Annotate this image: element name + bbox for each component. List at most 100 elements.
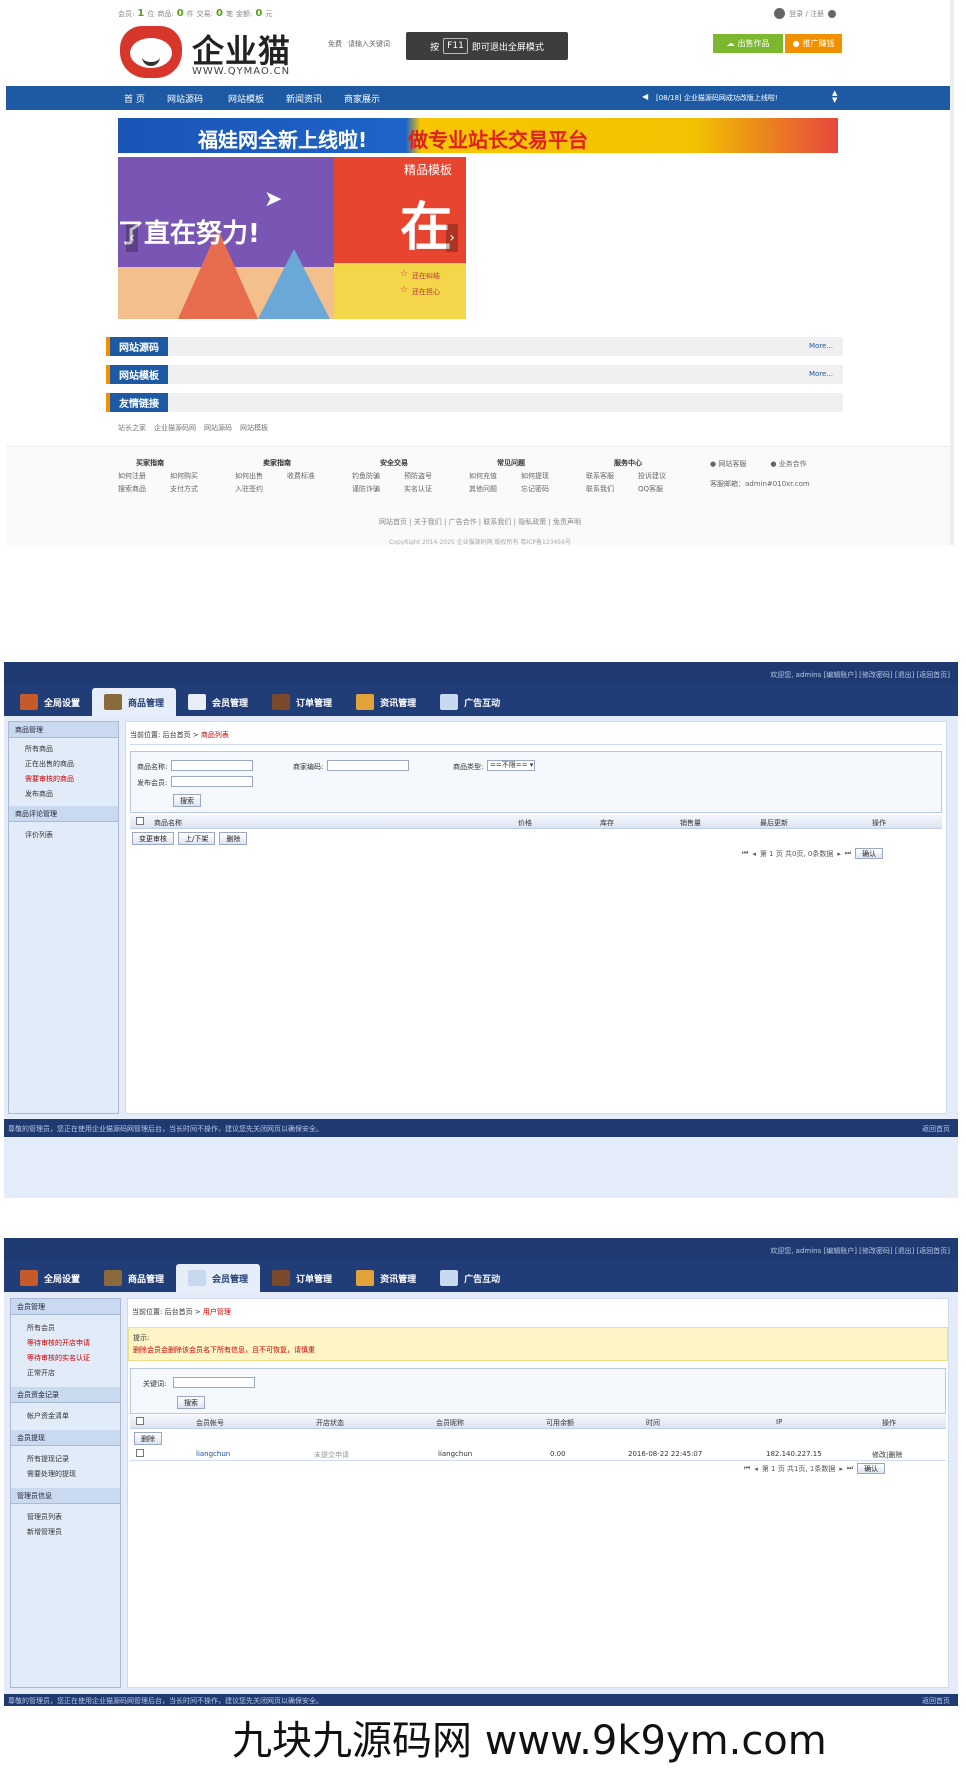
footer-link[interactable]: 预防盗号 <box>404 470 456 483</box>
go-button[interactable]: 确认 <box>855 848 884 859</box>
sidebar-item-all-goods[interactable]: 所有商品 <box>9 742 118 757</box>
row-checkbox[interactable] <box>136 1449 144 1457</box>
sidebar-group-goods[interactable]: 商品管理 <box>9 722 118 738</box>
footer-link[interactable]: QQ客服 <box>638 483 690 496</box>
status-home-link[interactable]: 返回首页 <box>922 1124 950 1134</box>
sidebar-item-pending[interactable]: 需要审核的商品 <box>9 772 118 787</box>
select-all-checkbox[interactable] <box>136 817 144 825</box>
tab-global[interactable]: 全局设置 <box>8 1264 92 1292</box>
sidebar-item-withdraw-records[interactable]: 所有提现记录 <box>11 1452 120 1467</box>
footer-link[interactable]: 如何提现 <box>521 470 573 483</box>
sidebar-item-on-sale[interactable]: 正在出售的商品 <box>9 757 118 772</box>
search-button[interactable]: 搜索 <box>173 794 201 807</box>
search-input[interactable]: 请输入关键词 <box>348 39 390 49</box>
code-input[interactable] <box>327 760 409 771</box>
friend-link[interactable]: 企业猫源码网 <box>154 423 196 433</box>
tab-members[interactable]: 会员管理 <box>176 688 260 716</box>
delete-button[interactable]: 删除 <box>134 1432 162 1445</box>
promo-banner[interactable]: 福娃网全新上线啦! 做专业站长交易平台 <box>118 118 838 153</box>
notice-scroll-icon[interactable]: ▲ ▼ <box>832 90 837 104</box>
sidebar-group-members[interactable]: 会员管理 <box>11 1299 120 1315</box>
footer-link[interactable]: 如何充值 <box>469 470 521 483</box>
business-link[interactable]: ● 业务合作 <box>770 457 806 471</box>
footer-link[interactable]: 如何注册 <box>118 470 170 483</box>
sidebar-item-pending-withdraw[interactable]: 需要处理的提现 <box>11 1467 120 1482</box>
search-button[interactable]: 搜索 <box>177 1396 205 1409</box>
nav-notice[interactable]: [08/18] 企业猫源码网成功改版上线啦! <box>656 93 778 103</box>
footer-link[interactable]: 入驻签约 <box>235 483 287 496</box>
sidebar-item-admin-list[interactable]: 管理员列表 <box>11 1510 120 1525</box>
sidebar-item-review-list[interactable]: 评价列表 <box>9 828 118 843</box>
footer-link[interactable]: 收费标准 <box>287 470 339 483</box>
tab-goods[interactable]: 商品管理 <box>92 1264 176 1292</box>
nav-news[interactable]: 新闻资讯 <box>286 92 322 105</box>
tab-ads[interactable]: 广告互动 <box>428 1264 512 1292</box>
sidebar-item-publish[interactable]: 发布商品 <box>9 787 118 802</box>
login-area[interactable]: 登录 / 注册 <box>774 8 836 19</box>
status-home-link[interactable]: 返回首页 <box>922 1696 950 1706</box>
select-all-checkbox[interactable] <box>136 1417 144 1425</box>
tab-members[interactable]: 会员管理 <box>176 1264 261 1292</box>
sidebar-item-realname[interactable]: 等待审核的实名认证 <box>11 1351 120 1366</box>
footer-link[interactable]: 联系客服 <box>586 470 638 483</box>
sidebar-group-admins[interactable]: 管理员信息 <box>11 1488 120 1504</box>
sidebar-item-active-shops[interactable]: 正常开店 <box>11 1366 120 1381</box>
delete-button[interactable]: 删除 <box>219 832 248 845</box>
nav-source[interactable]: 网站源码 <box>167 92 203 105</box>
member-input[interactable] <box>171 776 253 787</box>
friend-link[interactable]: 站长之家 <box>118 423 146 433</box>
tab-ads[interactable]: 广告互动 <box>428 688 512 716</box>
search-scope-select[interactable]: 免费 <box>328 39 342 49</box>
footer-link[interactable]: 搜索商品 <box>118 483 170 496</box>
keyword-input[interactable] <box>173 1377 255 1388</box>
toggle-shelf-button[interactable]: 上/下架 <box>178 832 216 845</box>
nav-templates[interactable]: 网站模板 <box>228 92 264 105</box>
admin-user-links[interactable]: 欢迎您, admins [编辑账户] [修改密码] [退出] [返回首页] <box>770 670 950 680</box>
prev-page-icon[interactable]: ◂ <box>752 850 756 858</box>
cell-actions[interactable]: 修改|删除 <box>872 1450 902 1460</box>
promo-button[interactable]: ● 推广赚钱 <box>785 34 842 53</box>
last-page-icon[interactable]: ⏭ <box>845 849 851 858</box>
sidebar-item-fund-list[interactable]: 帐户资金清单 <box>11 1409 120 1424</box>
first-page-icon[interactable]: ⏮ <box>742 849 748 858</box>
admin-user-links[interactable]: 欢迎您, admins [编辑账户] [修改密码] [退出] [返回首页] <box>770 1246 950 1256</box>
footer-link[interactable]: 如何出售 <box>235 470 287 483</box>
footer-link[interactable]: 其他问题 <box>469 483 521 496</box>
qq-icon[interactable] <box>828 9 836 18</box>
nav-home[interactable]: 首 页 <box>124 92 145 105</box>
go-button[interactable]: 确认 <box>857 1463 886 1474</box>
footer-link[interactable]: 投诉建议 <box>638 470 690 483</box>
carousel-slide-1[interactable]: 了直在努力! ➤ <box>118 157 334 319</box>
change-review-button[interactable]: 变更审核 <box>132 832 174 845</box>
tab-global[interactable]: 全局设置 <box>8 688 92 716</box>
footer-link[interactable]: 实名认证 <box>404 483 456 496</box>
footer-link[interactable]: 谨防诈骗 <box>352 483 404 496</box>
tab-news[interactable]: 资讯管理 <box>344 688 428 716</box>
search-box[interactable]: 免费 请输入关键词 <box>328 36 418 52</box>
sidebar-item-all-members[interactable]: 所有会员 <box>11 1321 120 1336</box>
table-row[interactable]: liangchun 未提交申请 liangchun 0.00 2016-08-2… <box>130 1447 946 1461</box>
footer-link[interactable]: 如何购买 <box>170 470 222 483</box>
footer-link[interactable]: 钓鱼防骗 <box>352 470 404 483</box>
more-link[interactable]: More... <box>809 342 833 350</box>
sidebar-group-funds[interactable]: 会员资金记录 <box>11 1387 120 1403</box>
name-input[interactable] <box>171 760 253 771</box>
cell-account[interactable]: liangchun <box>196 1450 230 1458</box>
sidebar-item-shop-applications[interactable]: 等待审核的开店申请 <box>11 1336 120 1351</box>
service-link[interactable]: ● 网站客服 <box>710 457 746 471</box>
friend-link[interactable]: 网站源码 <box>204 423 232 433</box>
login-link[interactable]: 登录 / 注册 <box>789 9 824 19</box>
sell-button[interactable]: ☁ 出售作品 <box>713 34 783 53</box>
more-link[interactable]: More... <box>809 370 833 378</box>
carousel-prev-icon[interactable]: ‹ <box>126 224 138 252</box>
footer-links[interactable]: 网站首页 | 关于我们 | 广告合作 | 联系我们 | 隐私政策 | 免责声明 <box>6 517 954 527</box>
footer-link[interactable] <box>287 483 339 496</box>
sidebar-item-add-admin[interactable]: 新增管理员 <box>11 1525 120 1540</box>
prev-page-icon[interactable]: ◂ <box>754 1465 758 1473</box>
tab-news[interactable]: 资讯管理 <box>344 1264 428 1292</box>
last-page-icon[interactable]: ⏭ <box>847 1464 853 1473</box>
next-page-icon[interactable]: ▸ <box>837 850 841 858</box>
friend-link[interactable]: 网站模板 <box>240 423 268 433</box>
cat-logo-icon[interactable] <box>120 26 182 78</box>
footer-link[interactable]: 联系我们 <box>586 483 638 496</box>
